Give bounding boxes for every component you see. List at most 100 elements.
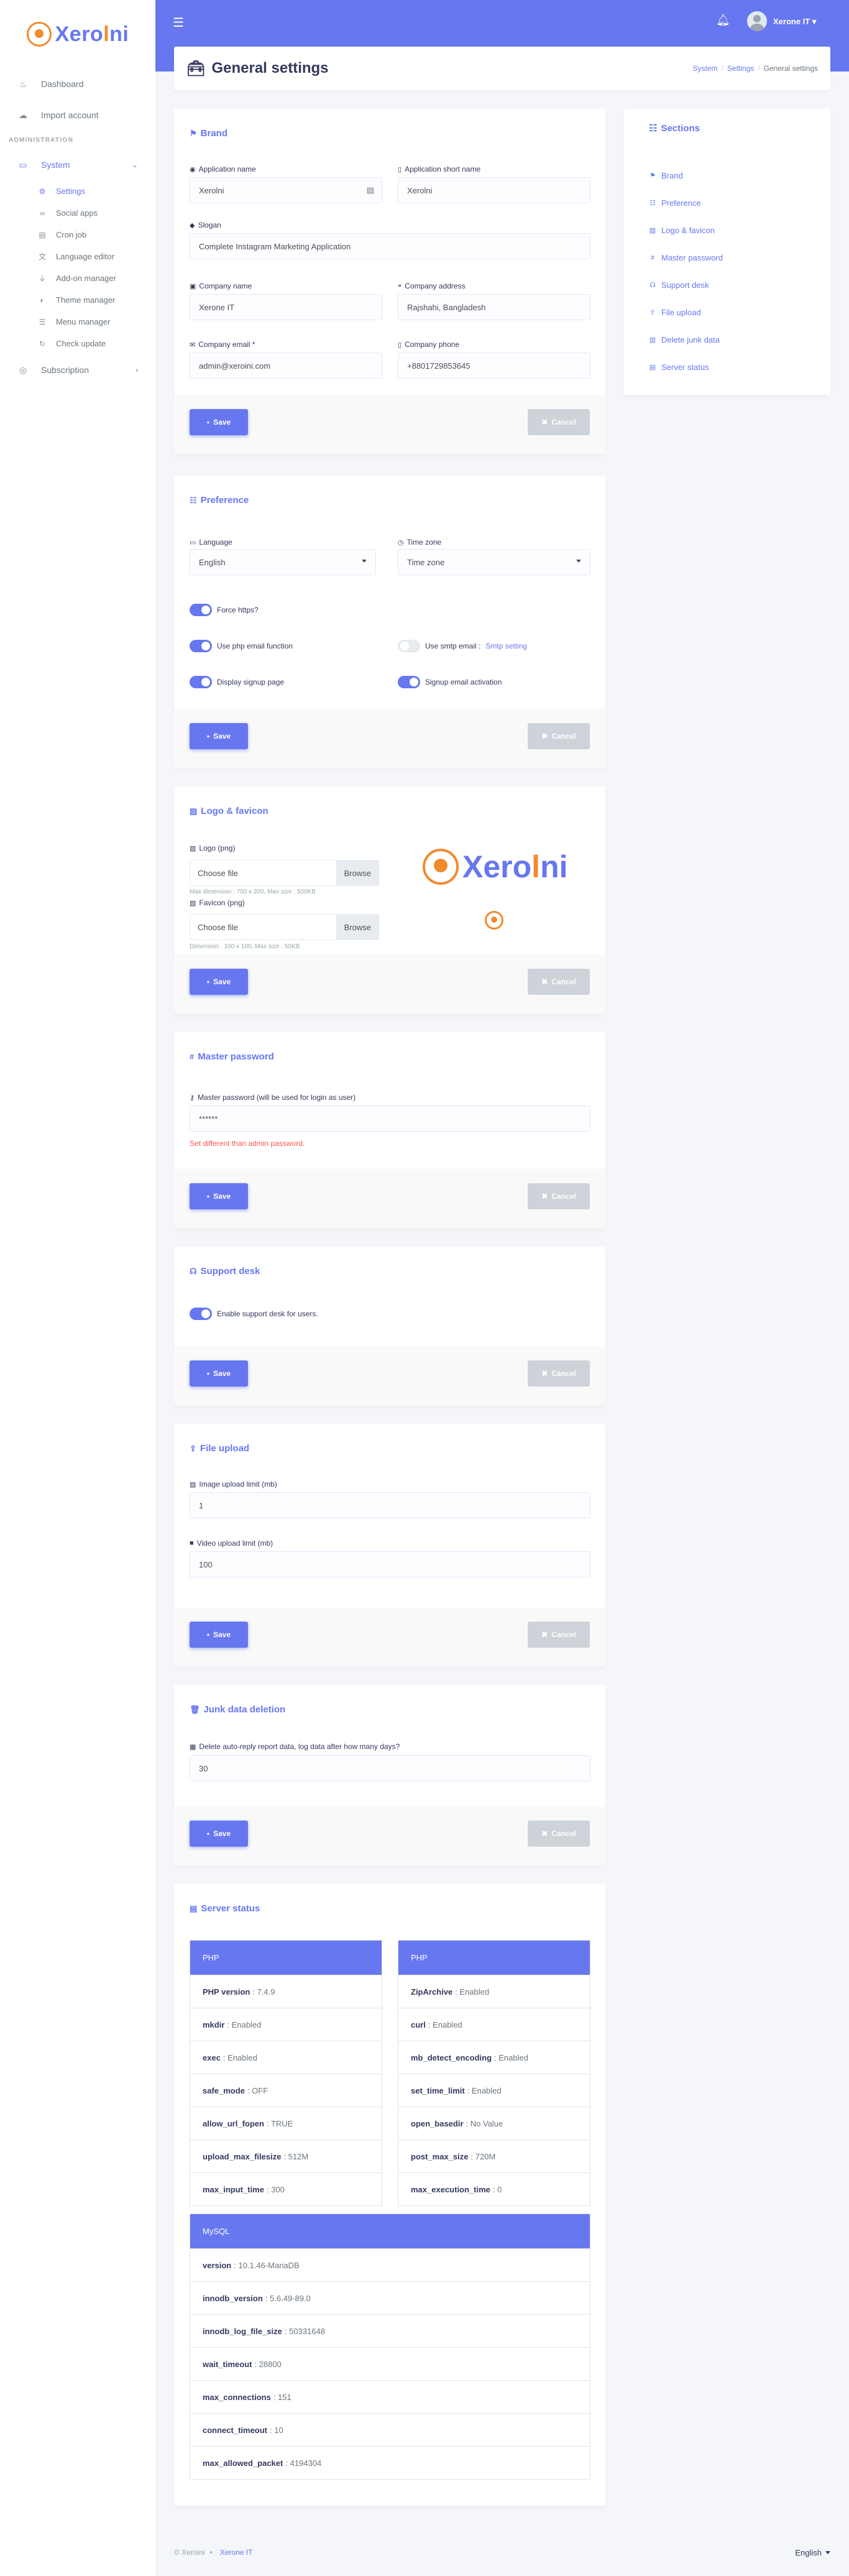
favicon-file-input[interactable]: Choose file Browse [190,914,379,940]
save-icon: ▪ [206,418,210,427]
sidebar-sub-language-editor[interactable]: 文 Language editor [0,246,155,267]
breadcrumb-system[interactable]: System [693,64,718,73]
table-row: open_basedir: No Value [398,2107,590,2140]
company-phone-input[interactable]: +8801729853645 [398,353,590,379]
brand-cancel-button[interactable]: ✖ Cancel [528,409,590,435]
junk-save-button[interactable]: ▪ Save [190,1821,248,1847]
favicon-hint: Dimension : 100 x 100, Max size : 50KB [190,943,300,950]
signup-activation-toggle[interactable]: Signup email activation [398,676,502,688]
section-link-support-desk[interactable]: ☊ Support desk [649,280,709,290]
video-upload-input[interactable]: 100 [190,1551,590,1577]
sidebar-sub-social-apps[interactable]: ∞ Social apps [0,202,155,224]
user-menu-toggle[interactable]: Xerone IT ▾ [773,17,816,27]
table-row: post_max_size: 720M [398,2140,590,2172]
sidebar-item-subscription[interactable]: ◎ Subscription › [0,354,155,385]
signup-page-toggle[interactable]: Display signup page [190,676,284,688]
sidebar-sub-settings[interactable]: ⚙ Settings [0,180,155,202]
timezone-select[interactable]: Time zone [398,549,590,575]
company-email-input[interactable]: admin@xeroini.com [190,353,382,379]
brand-name: Xerolni [55,22,129,46]
table-row: wait_timeout: 28800 [190,2347,590,2380]
logo-cancel-button[interactable]: ✖ Cancel [528,969,590,995]
junk-days-input[interactable]: 30 [190,1755,590,1781]
slogan-input[interactable]: Complete Instagram Marketing Application [190,233,590,259]
language-switcher[interactable]: English [795,2548,830,2557]
php-email-toggle[interactable]: Use php email function [190,640,293,652]
sidebar: Xerolni ♨ Dashboard ☁ Import account ADM… [0,0,155,2576]
master-password-card: # Master password ⚷ Master password (will … [174,1032,605,1228]
avatar[interactable] [747,11,767,31]
app-name-input[interactable]: Xerolni ▤ [190,177,382,203]
sidebar-sub-cron-job[interactable]: ▤ Cron job [0,224,155,246]
table-row: ZipArchive: Enabled [398,1975,590,2008]
favicon-label: ▨ Favicon (png) [190,898,245,907]
breadcrumb-settings[interactable]: Settings [727,64,754,73]
junk-data-card: 🗑︎ Junk data deletion ▦ Delete auto-reply … [174,1685,605,1865]
preference-card-footer: ▪ Save ✖ Cancel [174,709,605,768]
table-row: allow_url_fopen: TRUE [190,2107,382,2140]
company-name-input[interactable]: Xerone IT [190,294,382,320]
close-icon: ✖ [541,1630,548,1639]
short-name-input[interactable]: Xerolni [398,177,590,203]
section-link-delete-junk[interactable]: ▥ Delete junk data [649,335,720,344]
table-row: version: 10.1.46-MariaDB [190,2248,590,2281]
sidebar-item-import-account[interactable]: ☁ Import account [0,99,155,131]
toolbox-icon: 🧰︎ [186,60,206,77]
support-cancel-button[interactable]: ✖ Cancel [528,1360,590,1387]
junk-days-label: ▦ Delete auto-reply report data, log data… [190,1742,400,1751]
master-password-input[interactable]: ****** [190,1106,590,1132]
bell-icon[interactable]: 🔔︎ [716,14,730,27]
sidebar-item-system[interactable]: ▭ System ⌄ [0,149,155,180]
section-link-master-password[interactable]: # Master password [649,253,723,262]
master-card-footer: ▪ Save ✖ Cancel [174,1169,605,1228]
table-row: innodb_version: 5.6.49-89.0 [190,2281,590,2314]
upload-cancel-button[interactable]: ✖ Cancel [528,1622,590,1648]
sidebar-item-dashboard[interactable]: ♨ Dashboard [0,68,155,99]
master-cancel-button[interactable]: ✖ Cancel [528,1183,590,1209]
master-password-warning: Set different than admin password. [190,1139,305,1148]
brand-logo[interactable]: Xerolni [0,0,155,68]
preference-save-button[interactable]: ▪ Save [190,723,248,749]
company-address-input[interactable]: Rajshahi, Bangladesh [398,294,590,320]
master-save-button[interactable]: ▪ Save [190,1183,248,1209]
table-header: MySQL [190,2214,590,2248]
section-link-logo[interactable]: ▨ Logo & favicon [649,226,715,235]
section-link-file-upload[interactable]: ⇪ File upload [649,308,700,317]
logo-file-input[interactable]: Choose file Browse [190,860,379,886]
support-desk-toggle[interactable]: Enable support desk for users. [190,1308,318,1320]
brand-save-button[interactable]: ▪ Save [190,409,248,435]
section-link-preference[interactable]: ☷ Preference [649,198,701,208]
image-upload-input[interactable]: 1 [190,1492,590,1518]
server-icon: ▤ [649,364,656,371]
link-icon: ∞ [39,208,45,218]
preference-cancel-button[interactable]: ✖ Cancel [528,723,590,749]
php-table-right: PHP ZipArchive: Enabled curl: Enabled mb… [398,1940,590,2206]
chevron-down-icon: ⌄ [131,160,138,169]
favicon-browse-button[interactable]: Browse [336,915,379,939]
junk-cancel-button[interactable]: ✖ Cancel [528,1821,590,1847]
sidebar-sub-check-update[interactable]: ↻ Check update [0,333,155,354]
logo-save-button[interactable]: ▪ Save [190,969,248,995]
sidebar-sub-menu-manager[interactable]: ☰ Menu manager [0,311,155,333]
save-icon: ▪ [206,1369,210,1378]
smtp-setting-link[interactable]: Smtp setting [485,642,527,650]
close-icon: ✖ [541,1829,548,1838]
master-password-label: ⚷ Master password (will be used for login… [190,1093,356,1102]
smtp-email-toggle[interactable]: Use smtp email : Smtp setting [398,640,527,652]
sidebar-sub-theme-manager[interactable]: ◐ Theme manager [0,289,155,311]
breadcrumb: System / Settings / General settings [692,64,818,73]
footer-company-link[interactable]: Xerone IT [220,2548,253,2557]
section-link-server-status[interactable]: ▤ Server status [649,362,709,372]
logo-browse-button[interactable]: Browse [336,861,379,885]
language-select[interactable]: English [190,549,376,575]
sidebar-sub-addon-manager[interactable]: ⏚ Add-on manager [0,267,155,289]
hamburger-menu-icon[interactable]: ☰ [173,15,184,30]
upload-save-button[interactable]: ▪ Save [190,1622,248,1648]
sections-nav-card: ☷ Sections ⚑ Brand ☷ Preference ▨ Logo & fav… [624,109,830,395]
image-icon: ▨ [649,227,656,234]
section-link-brand[interactable]: ⚑ Brand [649,171,683,180]
force-https-toggle[interactable]: Force https? [190,604,259,616]
server-status-card: ▤ Server status PHP PHP version: 7.4.9 mk… [174,1884,605,2506]
upload-icon: ⇪ [190,1443,196,1453]
support-save-button[interactable]: ▪ Save [190,1360,248,1387]
